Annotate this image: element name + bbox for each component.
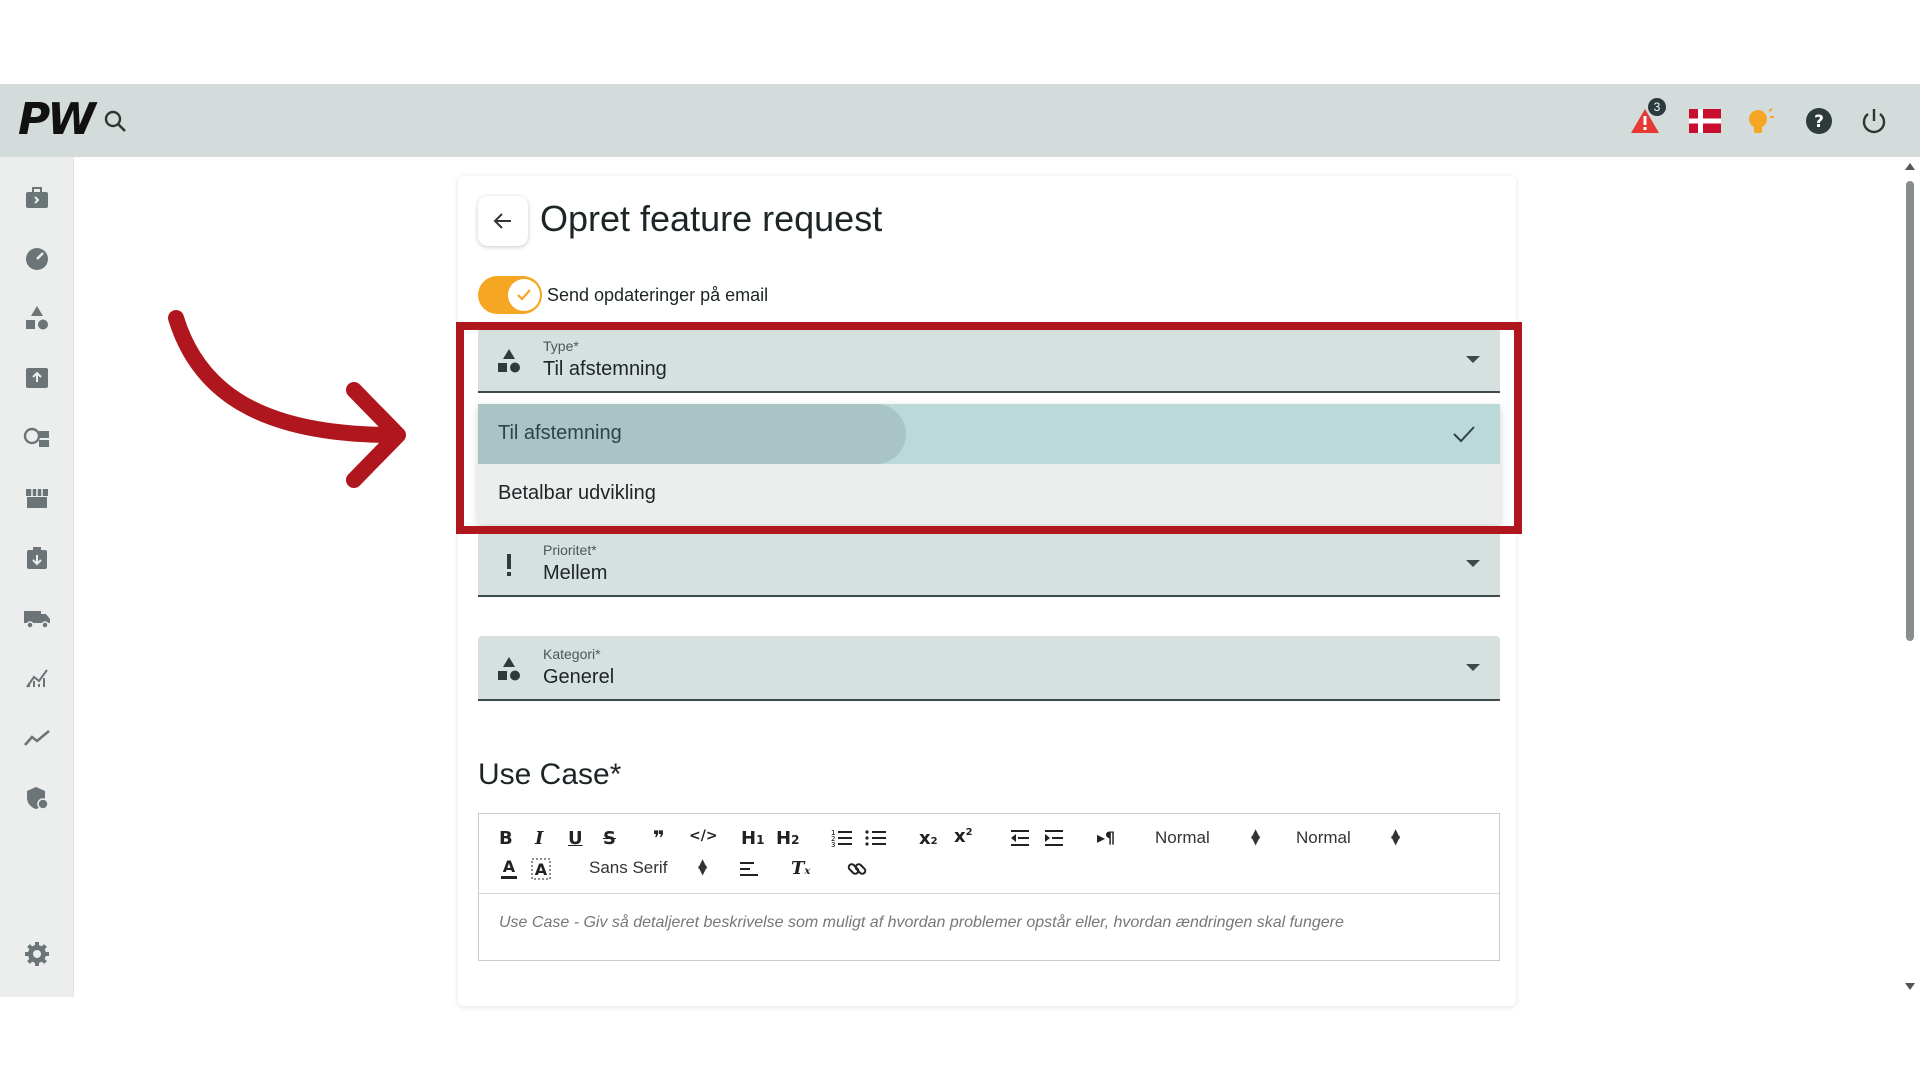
bullet-list-icon[interactable]: [865, 828, 887, 848]
power-icon[interactable]: [1857, 104, 1891, 138]
scrollbar[interactable]: [1900, 157, 1920, 997]
shapes-icon[interactable]: [22, 303, 52, 333]
notification-count-badge: 3: [1648, 98, 1666, 116]
svg-text:A: A: [535, 860, 548, 879]
cases-icon[interactable]: [22, 183, 52, 213]
indent-icon[interactable]: [1043, 828, 1065, 848]
outdent-icon[interactable]: [1009, 828, 1031, 848]
editor-placeholder: Use Case - Giv så detaljeret beskrivelse…: [499, 914, 1344, 931]
align-icon[interactable]: [738, 860, 760, 878]
blockquote-icon[interactable]: ❞: [653, 826, 665, 850]
highlight-box: [456, 322, 1522, 534]
trend-icon[interactable]: [22, 723, 52, 753]
arrow-left-icon: [493, 213, 511, 229]
download-icon[interactable]: [22, 543, 52, 573]
security-icon[interactable]: [22, 783, 52, 813]
truck-icon[interactable]: [22, 603, 52, 633]
subscript-icon[interactable]: x2: [919, 828, 938, 849]
text-color-icon[interactable]: A: [499, 858, 519, 880]
link-icon[interactable]: [846, 858, 868, 880]
analytics-icon[interactable]: [22, 663, 52, 693]
strikethrough-icon[interactable]: S: [603, 828, 616, 849]
upload-icon[interactable]: [22, 363, 52, 393]
bold-icon[interactable]: B: [499, 828, 513, 849]
heading1-icon[interactable]: H1: [741, 828, 764, 849]
alert-icon[interactable]: 3: [1628, 98, 1666, 138]
priority-label: Prioritet*: [543, 542, 597, 558]
category-label: Kategori*: [543, 646, 601, 662]
editor-toolbar: B I U S ❞ </> H1 H2 123 x2 x2 ▸¶ Normal …: [479, 814, 1499, 894]
text-direction-icon[interactable]: ▸¶: [1097, 828, 1115, 847]
header-select-1[interactable]: Normal: [1155, 828, 1210, 848]
dashboard-icon[interactable]: [22, 243, 52, 273]
underline-icon[interactable]: U: [568, 828, 583, 849]
exclamation-icon: [494, 550, 524, 580]
back-button[interactable]: [478, 196, 528, 246]
font-select[interactable]: Sans Serif: [589, 858, 667, 878]
ordered-list-icon[interactable]: 123: [831, 828, 853, 848]
danish-flag-icon[interactable]: [1688, 104, 1722, 138]
feature-request-form: Opret feature request Send opdateringer …: [458, 176, 1516, 1006]
scroll-thumb[interactable]: [1906, 181, 1914, 641]
use-case-heading: Use Case*: [478, 758, 622, 791]
priority-value: Mellem: [543, 562, 608, 584]
search-icon[interactable]: [98, 104, 132, 138]
category-select[interactable]: Kategori* Generel: [478, 636, 1500, 701]
clear-format-icon[interactable]: Tx: [791, 858, 810, 879]
superscript-icon[interactable]: x2: [954, 826, 973, 847]
settings-icon[interactable]: [22, 939, 52, 969]
scroll-down-arrow[interactable]: [1905, 983, 1915, 990]
priority-select[interactable]: Prioritet* Mellem: [478, 532, 1500, 597]
top-bar: PW 3 ?: [0, 84, 1920, 157]
code-icon[interactable]: </>: [689, 828, 718, 844]
select-arrows-icon: ▲ ▼: [698, 856, 708, 877]
background-color-icon[interactable]: A: [531, 858, 551, 880]
help-icon[interactable]: ?: [1802, 104, 1836, 138]
store-icon[interactable]: [22, 483, 52, 513]
annotation-arrow-icon: [168, 310, 406, 488]
chat-icon[interactable]: [22, 423, 52, 453]
select-arrows-icon: ▲ ▼: [1251, 826, 1261, 847]
lightbulb-icon[interactable]: [1743, 104, 1777, 138]
email-updates-toggle[interactable]: [478, 276, 542, 314]
shapes-icon: [494, 654, 524, 684]
page-title: Opret feature request: [540, 198, 883, 239]
email-updates-label: Send opdateringer på email: [547, 285, 769, 305]
chevron-down-icon: [1466, 664, 1480, 671]
heading2-icon[interactable]: H2: [776, 828, 799, 849]
select-arrows-icon: ▲ ▼: [1391, 826, 1401, 847]
toggle-knob: [508, 279, 540, 311]
header-select-2[interactable]: Normal: [1296, 828, 1351, 848]
scroll-up-arrow[interactable]: [1905, 163, 1915, 170]
category-value: Generel: [543, 666, 615, 688]
svg-text:A: A: [503, 858, 516, 876]
use-case-editor[interactable]: B I U S ❞ </> H1 H2 123 x2 x2 ▸¶ Normal …: [478, 813, 1500, 961]
sidebar: [0, 157, 74, 997]
svg-text:?: ?: [1814, 112, 1824, 132]
app-logo[interactable]: PW: [18, 98, 96, 142]
chevron-down-icon: [1466, 560, 1480, 567]
italic-icon[interactable]: I: [535, 828, 543, 849]
svg-text:3: 3: [831, 841, 835, 848]
check-icon: [517, 289, 531, 301]
